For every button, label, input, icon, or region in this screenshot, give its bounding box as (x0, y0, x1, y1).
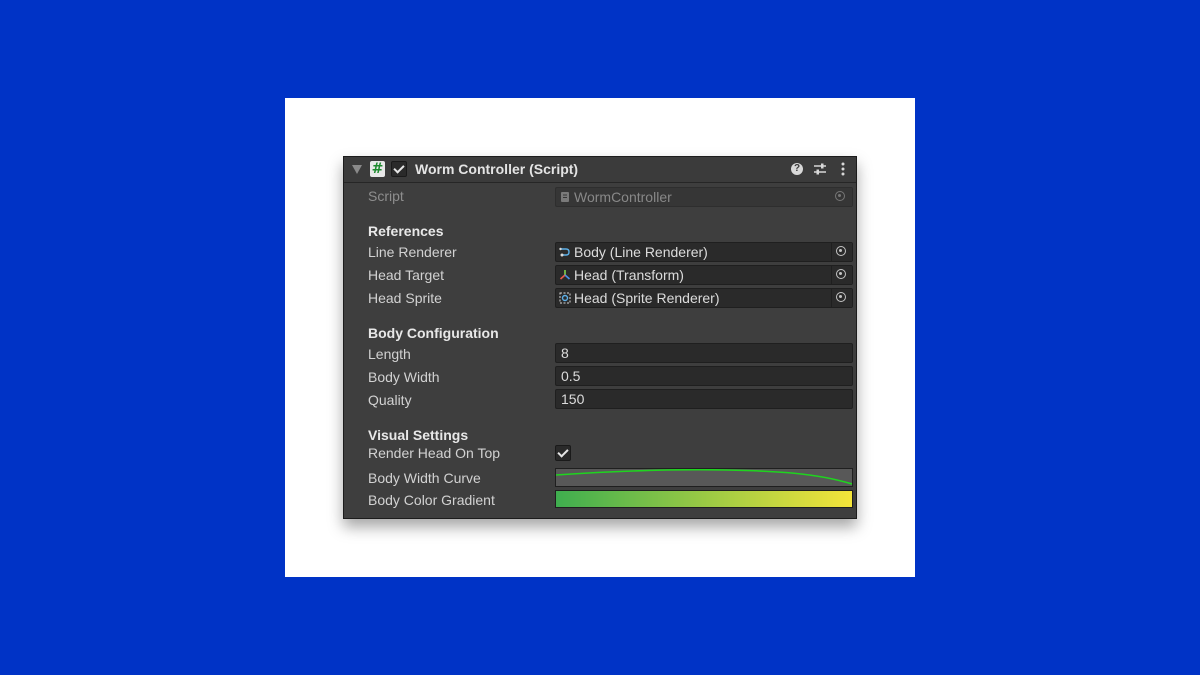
checkmark-icon (393, 162, 405, 174)
component-title: Worm Controller (Script) (415, 161, 579, 177)
transform-icon (559, 270, 571, 280)
head-target-picker[interactable] (831, 266, 852, 284)
script-file-icon (561, 192, 569, 202)
length-label: Length (368, 346, 411, 362)
object-picker-icon (836, 269, 846, 279)
object-picker-icon (836, 246, 846, 256)
head-target-field[interactable]: Head (Transform) (555, 265, 853, 285)
component-enabled-checkbox[interactable] (391, 161, 407, 177)
curve-line (556, 469, 852, 485)
quality-input[interactable]: 150 (555, 389, 853, 409)
body-width-curve-field[interactable] (555, 468, 853, 487)
script-picker (831, 188, 852, 206)
script-value: WormController (574, 189, 672, 205)
hash-script-icon: # (370, 161, 385, 177)
kebab-menu-icon[interactable] (838, 162, 848, 176)
help-icon[interactable]: ? (791, 163, 803, 175)
line-renderer-value: Body (Line Renderer) (574, 244, 708, 260)
body-width-input[interactable]: 0.5 (555, 366, 853, 386)
quality-label: Quality (368, 392, 412, 408)
length-value: 8 (561, 345, 569, 361)
section-visual-settings: Visual Settings (368, 427, 469, 443)
line-renderer-label: Line Renderer (368, 244, 457, 260)
body-width-value: 0.5 (561, 368, 581, 384)
head-sprite-label: Head Sprite (368, 290, 442, 306)
body-width-curve-label: Body Width Curve (368, 470, 481, 486)
foldout-arrow-icon[interactable] (352, 165, 362, 174)
checkmark-icon (557, 446, 569, 458)
script-field: WormController (555, 187, 853, 207)
section-body-configuration: Body Configuration (368, 325, 499, 341)
section-references: References (368, 223, 444, 239)
quality-value: 150 (561, 391, 585, 407)
component-header[interactable]: # Worm Controller (Script) ? (344, 157, 856, 183)
head-sprite-value: Head (Sprite Renderer) (574, 290, 720, 306)
head-sprite-picker[interactable] (831, 289, 852, 307)
object-picker-icon (835, 191, 845, 201)
object-picker-icon (836, 292, 846, 302)
head-target-value: Head (Transform) (574, 267, 684, 283)
head-sprite-field[interactable]: Head (Sprite Renderer) (555, 288, 853, 308)
line-renderer-picker[interactable] (831, 243, 852, 261)
inspector-component: # Worm Controller (Script) ? Script Worm… (343, 156, 857, 519)
body-width-label: Body Width (368, 369, 440, 385)
line-renderer-icon (559, 247, 570, 257)
line-renderer-field[interactable]: Body (Line Renderer) (555, 242, 853, 262)
sprite-renderer-icon (559, 292, 571, 304)
preset-icon[interactable] (813, 162, 827, 176)
body-color-gradient-label: Body Color Gradient (368, 492, 495, 508)
length-input[interactable]: 8 (555, 343, 853, 363)
render-head-on-top-checkbox[interactable] (555, 445, 571, 461)
render-head-on-top-label: Render Head On Top (368, 445, 501, 461)
script-label: Script (368, 188, 404, 204)
head-target-label: Head Target (368, 267, 445, 283)
body-color-gradient-field[interactable] (555, 490, 853, 508)
